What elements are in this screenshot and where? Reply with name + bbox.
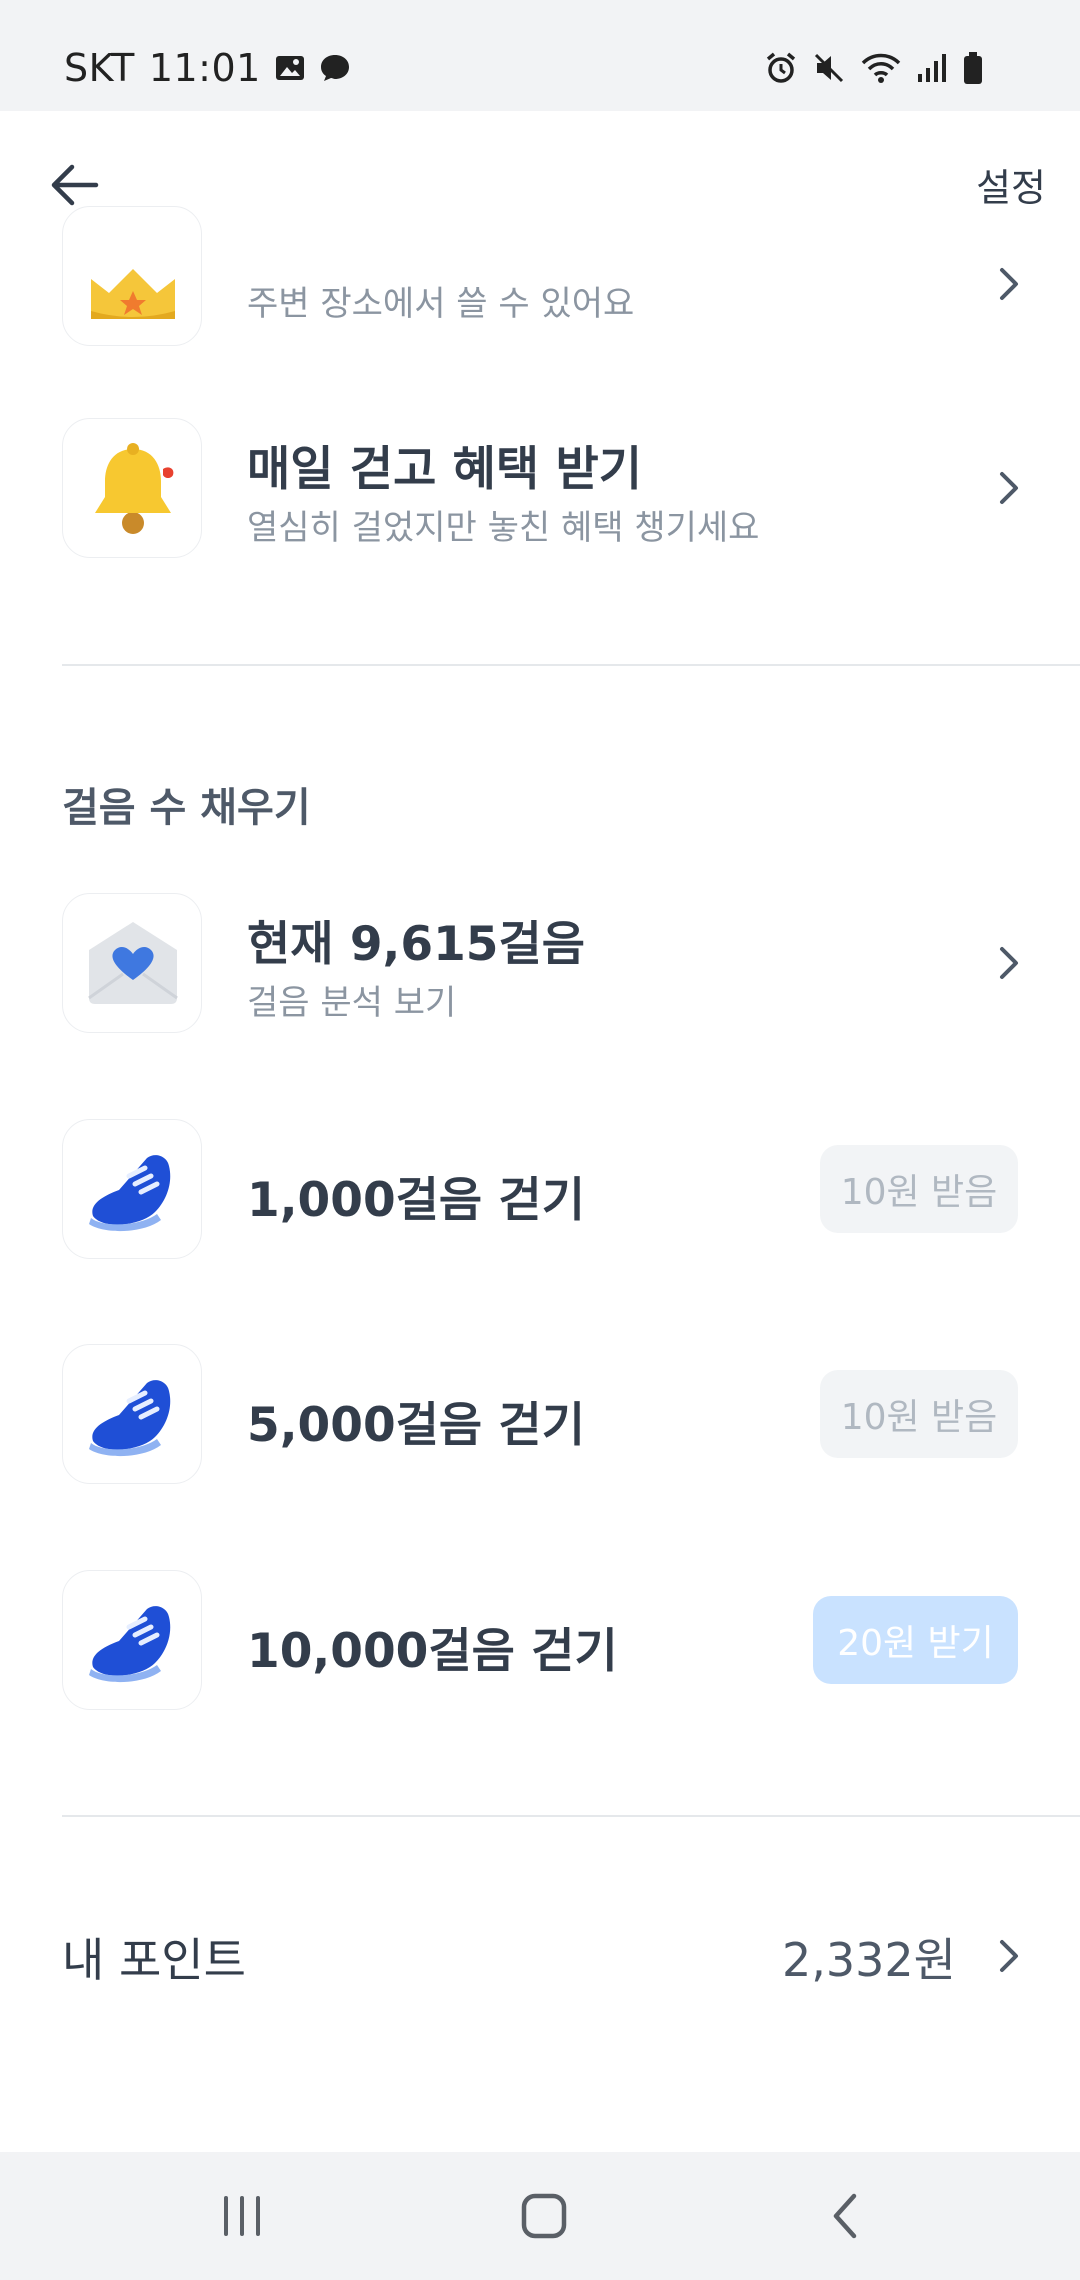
list-item-goal-5000: 5,000걸음 걷기 10원 받음	[0, 1344, 1080, 1484]
list-item-current-steps[interactable]: 현재 9,615걸음 걸음 분석 보기	[0, 893, 1080, 1033]
heart-envelope-icon	[88, 922, 178, 1004]
arrow-left-icon[interactable]	[46, 157, 102, 213]
carrier-label: SKT	[64, 46, 135, 90]
list-item-daily-walk-benefit[interactable]: 매일 걷고 혜택 받기 열심히 걸었지만 놓친 혜택 챙기세요	[0, 418, 1080, 558]
chevron-right-icon	[1000, 472, 1018, 504]
status-left: SKT 11:01	[64, 46, 351, 90]
system-nav-bar	[0, 2152, 1080, 2280]
goal-title: 10,000걸음 걷기	[247, 1624, 618, 1679]
list-item-title: 매일 걷고 혜택 받기	[247, 442, 643, 497]
my-points-label: 내 포인트	[62, 1933, 246, 1987]
claim-reward-button[interactable]: 20원 받기	[813, 1596, 1018, 1684]
crown-tile	[62, 206, 202, 346]
crown-icon	[91, 269, 175, 319]
status-right	[764, 48, 984, 88]
shoe-icon	[89, 1155, 171, 1232]
shoe-tile	[62, 1119, 202, 1259]
shoe-icon	[89, 1606, 171, 1683]
alarm-icon	[766, 52, 796, 83]
section-divider	[62, 1815, 1080, 1817]
chevron-right-icon	[1000, 947, 1018, 979]
reward-received-button[interactable]: 10원 받음	[820, 1145, 1018, 1233]
my-points-value: 2,332원	[781, 1933, 956, 1987]
status-bar: SKT 11:01	[0, 0, 1080, 111]
current-steps-subtitle: 걸음 분석 보기	[247, 983, 457, 1023]
time-label: 11:01	[148, 46, 261, 90]
list-item-subtitle: 주변 장소에서 쓸 수 있어요	[247, 284, 635, 324]
home-icon[interactable]	[514, 2186, 574, 2246]
goal-title: 1,000걸음 걷기	[247, 1173, 585, 1228]
signal-icon	[918, 54, 946, 82]
envelope-tile	[62, 893, 202, 1033]
shoe-icon	[89, 1380, 171, 1457]
wifi-icon	[861, 53, 901, 83]
bell-tile	[62, 418, 202, 558]
list-item-goal-10000: 10,000걸음 걷기 20원 받기	[0, 1570, 1080, 1710]
section-divider	[62, 664, 1080, 666]
reward-received-button[interactable]: 10원 받음	[820, 1370, 1018, 1458]
chat-bubble-icon	[320, 55, 349, 81]
list-item-goal-1000: 1,000걸음 걷기 10원 받음	[0, 1119, 1080, 1259]
recent-apps-icon[interactable]	[212, 2186, 272, 2246]
settings-button[interactable]: 설정	[976, 157, 1046, 212]
current-steps-title: 현재 9,615걸음	[247, 917, 585, 972]
list-item-nearby-places[interactable]: 주변 장소에서 쓸 수 있어요	[0, 206, 1080, 386]
chevron-right-icon	[1000, 268, 1018, 300]
list-item-subtitle: 열심히 걸었지만 놓친 혜택 챙기세요	[247, 508, 760, 548]
shoe-tile	[62, 1570, 202, 1710]
shoe-tile	[62, 1344, 202, 1484]
gallery-icon	[275, 56, 304, 80]
section-title: 걸음 수 채우기	[62, 785, 311, 831]
goal-title: 5,000걸음 걷기	[247, 1398, 585, 1453]
bell-icon	[95, 443, 174, 534]
chevron-right-icon	[1000, 1940, 1018, 1972]
battery-icon	[964, 52, 982, 84]
mute-icon	[814, 53, 844, 83]
my-points-row[interactable]: 내 포인트 2,332원	[0, 1900, 1080, 2010]
back-nav-icon[interactable]	[816, 2186, 876, 2246]
